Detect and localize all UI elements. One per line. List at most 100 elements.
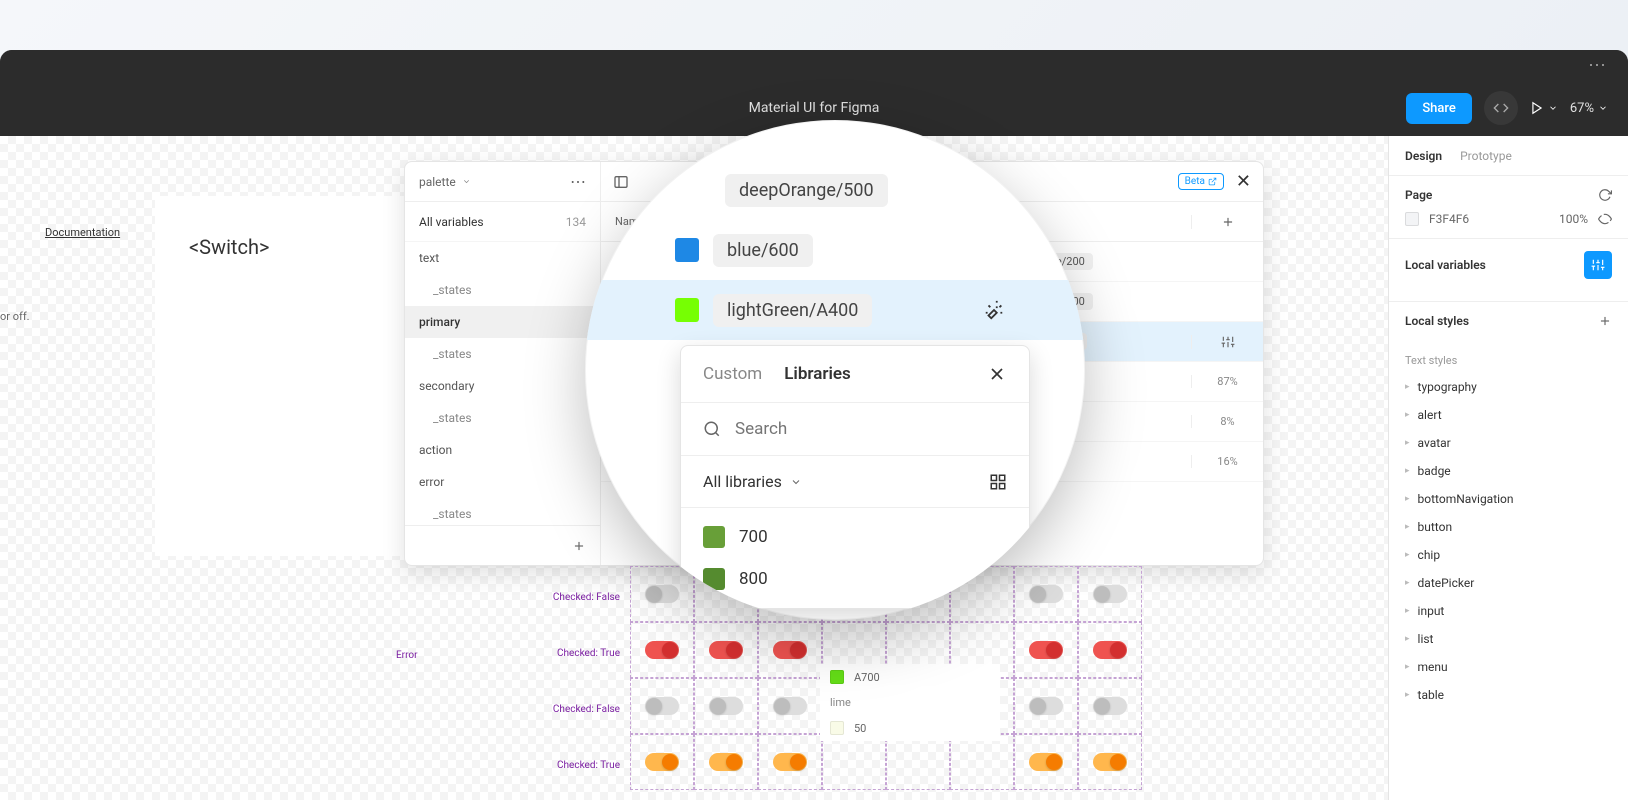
- magnified-variable-row[interactable]: lightGreen/A400: [585, 280, 1085, 340]
- tab-custom[interactable]: Custom: [703, 364, 762, 384]
- switch-preview: [773, 697, 807, 715]
- variable-group-item[interactable]: _states: [405, 498, 600, 525]
- inspector-tabs: Design Prototype: [1389, 136, 1628, 176]
- color-style-list: A700 lime 50: [820, 664, 1000, 741]
- external-link-icon: [1208, 177, 1217, 186]
- color-style-item[interactable]: A700: [820, 664, 1000, 690]
- switch-preview: [1029, 641, 1063, 659]
- text-style-item[interactable]: ▸alert: [1397, 401, 1620, 429]
- variable-group-item[interactable]: error: [405, 466, 600, 498]
- text-style-item[interactable]: ▸button: [1397, 513, 1620, 541]
- play-icon: [1530, 101, 1544, 115]
- variable-group-item[interactable]: action: [405, 434, 600, 466]
- switch-preview: [773, 753, 807, 771]
- switch-variant-row: Checked: True: [510, 734, 1388, 790]
- window-more-icon[interactable]: ⋯: [1588, 55, 1608, 76]
- chevron-down-icon: [1548, 103, 1558, 113]
- text-style-item[interactable]: ▸table: [1397, 681, 1620, 709]
- variable-group-item[interactable]: text: [405, 242, 600, 274]
- variable-group-item[interactable]: _states: [405, 402, 600, 434]
- library-filter-dropdown[interactable]: All libraries: [703, 472, 802, 491]
- variable-group-item[interactable]: primary: [405, 306, 600, 338]
- color-swatch: [675, 238, 699, 262]
- inspector-panel: Design Prototype Page F3F4F6 100%: [1388, 136, 1628, 800]
- page-color-row[interactable]: F3F4F6 100%: [1405, 212, 1612, 226]
- color-picker-popover: Custom Libraries All libraries 70080: [680, 345, 1030, 609]
- add-group-button[interactable]: [405, 525, 600, 565]
- popover-search-row: [681, 403, 1029, 456]
- plus-icon: [1598, 314, 1612, 328]
- switch-preview: [645, 753, 679, 771]
- local-variables-heading: Local variables: [1405, 258, 1486, 272]
- text-style-item[interactable]: ▸chip: [1397, 541, 1620, 569]
- magnifier-overlay: deepOrange/500 blue/600 lightGreen/A400 …: [585, 120, 1085, 620]
- text-styles-heading: Text styles: [1389, 342, 1628, 373]
- add-mode-button[interactable]: [1191, 215, 1263, 229]
- rotate-icon[interactable]: [1598, 188, 1612, 202]
- switch-preview: [773, 641, 807, 659]
- switch-preview: [1093, 697, 1127, 715]
- switch-preview: [645, 641, 679, 659]
- switch-preview: [1029, 753, 1063, 771]
- documentation-link[interactable]: Documentation: [45, 226, 120, 239]
- magnified-variable-row: blue/600: [585, 220, 1085, 280]
- all-variables-row[interactable]: All variables 134: [405, 202, 600, 242]
- chevron-down-icon: [462, 177, 471, 186]
- close-variables-button[interactable]: ✕: [1236, 171, 1251, 192]
- search-input[interactable]: [735, 419, 1007, 439]
- chevron-down-icon: [1598, 103, 1608, 113]
- present-button[interactable]: [1530, 101, 1558, 115]
- color-option[interactable]: 800: [681, 558, 1029, 600]
- variant-group-label: Error: [396, 650, 417, 661]
- variable-group-item[interactable]: _states: [405, 274, 600, 306]
- text-style-item[interactable]: ▸badge: [1397, 457, 1620, 485]
- color-style-item[interactable]: 50: [820, 715, 1000, 741]
- text-style-item[interactable]: ▸input: [1397, 597, 1620, 625]
- share-button[interactable]: Share: [1406, 93, 1472, 124]
- switch-preview: [1093, 753, 1127, 771]
- variables-sidebar: palette ⋯ All variables 134 text_statesp…: [405, 162, 601, 565]
- switch-preview: [709, 641, 743, 659]
- visibility-icon[interactable]: [1598, 212, 1612, 226]
- magic-wand-icon[interactable]: [983, 299, 1005, 321]
- local-variables-section: Local variables: [1389, 239, 1628, 302]
- open-variables-button[interactable]: [1584, 251, 1612, 279]
- chevron-down-icon: [790, 476, 802, 488]
- dev-mode-button[interactable]: [1484, 91, 1518, 125]
- tab-prototype[interactable]: Prototype: [1460, 149, 1512, 163]
- text-style-item[interactable]: ▸typography: [1397, 373, 1620, 401]
- text-style-item[interactable]: ▸bottomNavigation: [1397, 485, 1620, 513]
- collection-dropdown[interactable]: palette: [419, 175, 471, 189]
- tab-libraries[interactable]: Libraries: [784, 364, 851, 384]
- page-section: Page F3F4F6 100%: [1389, 176, 1628, 239]
- search-icon: [703, 420, 721, 438]
- tab-design[interactable]: Design: [1405, 149, 1442, 163]
- text-style-item[interactable]: ▸datePicker: [1397, 569, 1620, 597]
- variable-group-item[interactable]: _states: [405, 338, 600, 370]
- color-option[interactable]: 700: [681, 516, 1029, 558]
- switch-preview: [1093, 641, 1127, 659]
- switch-preview: [709, 697, 743, 715]
- zoom-dropdown[interactable]: 67%: [1570, 101, 1608, 116]
- page-heading: Page: [1405, 188, 1432, 202]
- color-group-label: lime: [820, 690, 1000, 715]
- text-style-item[interactable]: ▸list: [1397, 625, 1620, 653]
- close-icon: [987, 364, 1007, 384]
- grid-view-button[interactable]: [989, 473, 1007, 491]
- text-style-item[interactable]: ▸avatar: [1397, 429, 1620, 457]
- variant-label: Checked: True: [557, 648, 620, 659]
- document-title: Material UI for Figma: [749, 100, 880, 116]
- magnified-variable-row: deepOrange/500: [585, 160, 1085, 220]
- component-heading: <Switch>: [185, 231, 273, 263]
- collection-more-icon[interactable]: ⋯: [570, 172, 586, 191]
- plus-icon: [1221, 215, 1235, 229]
- close-popover-button[interactable]: [987, 364, 1007, 384]
- add-style-button[interactable]: [1598, 314, 1612, 328]
- variable-groups-list: text_statesprimary_statessecondary_state…: [405, 242, 600, 525]
- switch-preview: [1093, 585, 1127, 603]
- truncated-text: or off.: [0, 310, 30, 323]
- variable-group-item[interactable]: secondary: [405, 370, 600, 402]
- color-swatch: [675, 298, 699, 322]
- variables-collection-header: palette ⋯: [405, 162, 600, 202]
- text-style-item[interactable]: ▸menu: [1397, 653, 1620, 681]
